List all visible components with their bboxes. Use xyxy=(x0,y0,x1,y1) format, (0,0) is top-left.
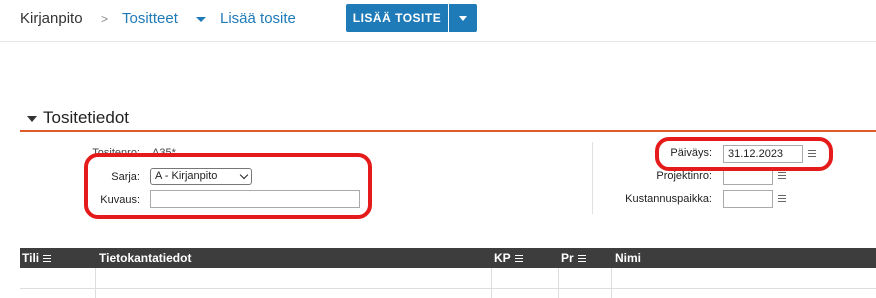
kustannuspaikka-input[interactable] xyxy=(723,190,773,208)
column-header-tietokantatiedot[interactable]: Tietokantatiedot xyxy=(99,251,191,265)
add-voucher-dropdown-button[interactable] xyxy=(449,4,477,32)
kustannuspaikka-label: Kustannuspaikka: xyxy=(625,193,712,205)
grid-row-line xyxy=(20,288,876,289)
entries-grid-header: Tili Tietokantatiedot KP Pr Nimi xyxy=(20,248,876,268)
column-header-pr[interactable]: Pr xyxy=(561,251,586,265)
column-menu-icon[interactable] xyxy=(577,254,586,262)
grid-column-line xyxy=(491,268,492,298)
section-title: Tositetiedot xyxy=(43,108,129,127)
grid-column-line xyxy=(95,268,96,298)
column-menu-icon[interactable] xyxy=(514,254,523,262)
breadcrumb-separator: > xyxy=(101,12,109,26)
breadcrumb-current-link[interactable]: Lisää tosite xyxy=(220,10,296,27)
breadcrumb-root: Kirjanpito xyxy=(20,10,83,27)
add-voucher-button[interactable]: LISÄÄ TOSITE xyxy=(346,4,448,32)
kustannuspaikka-list-icon[interactable] xyxy=(778,195,786,202)
section-header: Tositetiedot xyxy=(20,106,876,132)
grid-column-line xyxy=(558,268,559,298)
highlight-paivays xyxy=(655,137,833,171)
column-header-kp[interactable]: KP xyxy=(494,251,523,265)
collapse-toggle-icon[interactable] xyxy=(27,116,37,122)
grid-column-line xyxy=(611,268,612,298)
column-menu-icon[interactable] xyxy=(43,254,52,262)
entries-grid-body xyxy=(20,268,876,298)
column-header-tili[interactable]: Tili xyxy=(22,251,52,265)
column-header-label: Nimi xyxy=(615,251,642,265)
column-header-nimi[interactable]: Nimi xyxy=(615,251,641,265)
breadcrumb-tositteet-link[interactable]: Tositteet xyxy=(122,10,178,27)
caret-down-icon xyxy=(459,15,467,21)
projektinro-label: Projektinro: xyxy=(656,170,712,182)
column-header-label: Tietokantatiedot xyxy=(99,251,192,265)
projektinro-list-icon[interactable] xyxy=(778,172,786,179)
highlight-sarja-kuvaus xyxy=(84,153,372,219)
column-header-label: Pr xyxy=(561,251,574,265)
column-header-label: KP xyxy=(494,251,511,265)
top-bar: Kirjanpito > Tositteet Lisää tosite LISÄ… xyxy=(0,0,876,42)
breadcrumb-dropdown-caret-icon[interactable] xyxy=(196,17,206,22)
column-divider xyxy=(592,142,593,214)
column-header-label: Tili xyxy=(22,251,40,265)
